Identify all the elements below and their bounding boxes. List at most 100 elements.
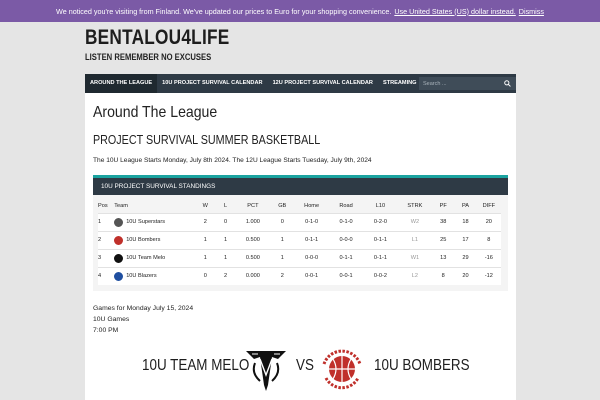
main-content: Around The League PROJECT SURVIVAL SUMME… [85,93,516,400]
cell-pa: 20 [454,266,477,285]
site-title[interactable]: BENTALOU4LIFE [85,26,229,50]
bentalou-basketball-logo-icon [322,349,362,390]
team-logo-icon [114,217,124,227]
page-subheading: PROJECT SURVIVAL SUMMER BASKETBALL [93,133,321,147]
nav-item-12u-calendar[interactable]: 12U PROJECT SURVIVAL CALENDAR [268,74,378,93]
cell-road: 0-0-0 [328,230,364,249]
cell-gb: 0 [270,212,295,231]
cell-pf: 8 [432,266,455,285]
search-input[interactable] [419,77,499,90]
cell-l10: 0-1-1 [363,248,398,267]
cell-l: 1 [215,230,236,249]
col-strk[interactable]: STRK [397,199,433,213]
col-pct[interactable]: PCT [235,199,271,213]
cell-w: 1 [195,248,216,267]
standings-header-row: Pos Team W L PCT GB Home Road L10 STRK P… [98,199,501,213]
team-link[interactable]: 10U Team Melo [126,255,165,261]
cell-pf: 25 [432,230,455,249]
table-row: 1 10U Superstars 2 0 1.000 0 0-1-0 0-1-0… [98,212,501,231]
cell-l: 0 [215,212,236,231]
cell-pa: 17 [454,230,477,249]
cell-diff: -12 [476,266,501,285]
cell-diff: 20 [476,212,501,231]
main-navigation: AROUND THE LEAGUE 10U PROJECT SURVIVAL C… [85,74,516,93]
search-icon [504,80,511,87]
cell-home: 0-0-0 [294,248,329,267]
search-form [419,77,516,90]
cell-w: 2 [195,212,216,231]
col-team[interactable]: Team [114,199,196,213]
page-title: Around The League [93,104,218,121]
team-link[interactable]: 10U Bombers [126,237,160,243]
col-gb[interactable]: GB [270,199,295,213]
cell-l10: 0-2-0 [363,212,398,231]
nav-item-around-the-league[interactable]: AROUND THE LEAGUE [85,74,158,93]
nav-item-10u-calendar[interactable]: 10U PROJECT SURVIVAL CALENDAR [157,74,267,93]
cell-pf: 38 [432,212,455,231]
cell-l10: 0-1-1 [363,230,398,249]
games-schedule: Games for Monday July 15, 2024 10U Games… [93,303,193,336]
cell-gb: 1 [270,230,295,249]
team-logo-icon [114,235,124,245]
cell-pct: 0.000 [235,266,271,285]
col-pos[interactable]: Pos [98,199,115,213]
col-pa[interactable]: PA [454,199,477,213]
cell-w: 1 [195,230,216,249]
games-time: 7:00 PM [93,327,119,334]
cell-l: 2 [215,266,236,285]
col-w[interactable]: W [195,199,216,213]
col-l[interactable]: L [215,199,236,213]
team-cell: 10U Bombers [114,235,195,245]
dismiss-link[interactable]: Dismiss [519,7,544,16]
cell-strk: W1 [397,248,433,267]
col-l10[interactable]: L10 [363,199,398,213]
cell-team: 10U Superstars [114,212,196,231]
cell-strk: L2 [397,266,433,285]
col-diff[interactable]: DIFF [476,199,501,213]
table-row: 3 10U Team Melo 1 1 0.500 1 0-0-0 0-1-1 … [98,248,501,267]
matchup-team-b: 10U BOMBERS [374,357,470,374]
standings-table-wrap: Pos Team W L PCT GB Home Road L10 STRK P… [93,195,508,291]
col-home[interactable]: Home [294,199,329,213]
cell-road: 0-0-1 [328,266,364,285]
cell-road: 0-1-1 [328,248,364,267]
cell-road: 0-1-0 [328,212,364,231]
team-link[interactable]: 10U Superstars [126,219,165,225]
cell-diff: 8 [476,230,501,249]
standings-widget: 10U PROJECT SURVIVAL STANDINGS Pos Team … [93,175,508,291]
league-start-text: The 10U League Starts Monday, July 8th 2… [93,157,372,164]
team-link[interactable]: 10U Blazers [126,273,156,279]
cell-pa: 18 [454,212,477,231]
cell-home: 0-1-1 [294,230,329,249]
cell-strk: W2 [397,212,433,231]
col-pf[interactable]: PF [432,199,455,213]
cell-l10: 0-0-2 [363,266,398,285]
store-notice-bar: We noticed you're visiting from Finland.… [0,0,600,22]
col-road[interactable]: Road [328,199,364,213]
cell-team: 10U Team Melo [114,248,196,267]
cell-pct: 1.000 [235,212,271,231]
cell-team: 10U Bombers [114,230,196,249]
cell-pa: 29 [454,248,477,267]
search-button[interactable] [499,77,516,90]
cell-l: 1 [215,248,236,267]
cell-home: 0-0-1 [294,266,329,285]
cell-gb: 1 [270,248,295,267]
games-division: 10U Games [93,316,130,323]
cell-pf: 13 [432,248,455,267]
team-logo-icon [114,253,124,263]
currency-switch-link[interactable]: Use United States (US) dollar instead. [394,7,515,16]
nav-item-streaming[interactable]: STREAMING [378,74,422,93]
cell-pos: 2 [98,230,115,249]
games-date: Games for Monday July 15, 2024 [93,305,194,312]
team-cell: 10U Superstars [114,217,195,227]
cell-diff: -16 [476,248,501,267]
table-row: 4 10U Blazers 0 2 0.000 2 0-0-1 0-0-1 0-… [98,266,501,285]
cell-strk: L1 [397,230,433,249]
matchup-team-a: 10U TEAM MELO [142,357,250,374]
team-melo-logo-icon [246,351,286,391]
team-logo-icon [114,271,124,281]
cell-pct: 0.500 [235,230,271,249]
cell-pos: 1 [98,212,115,231]
table-row: 2 10U Bombers 1 1 0.500 1 0-1-1 0-0-0 0-… [98,230,501,249]
